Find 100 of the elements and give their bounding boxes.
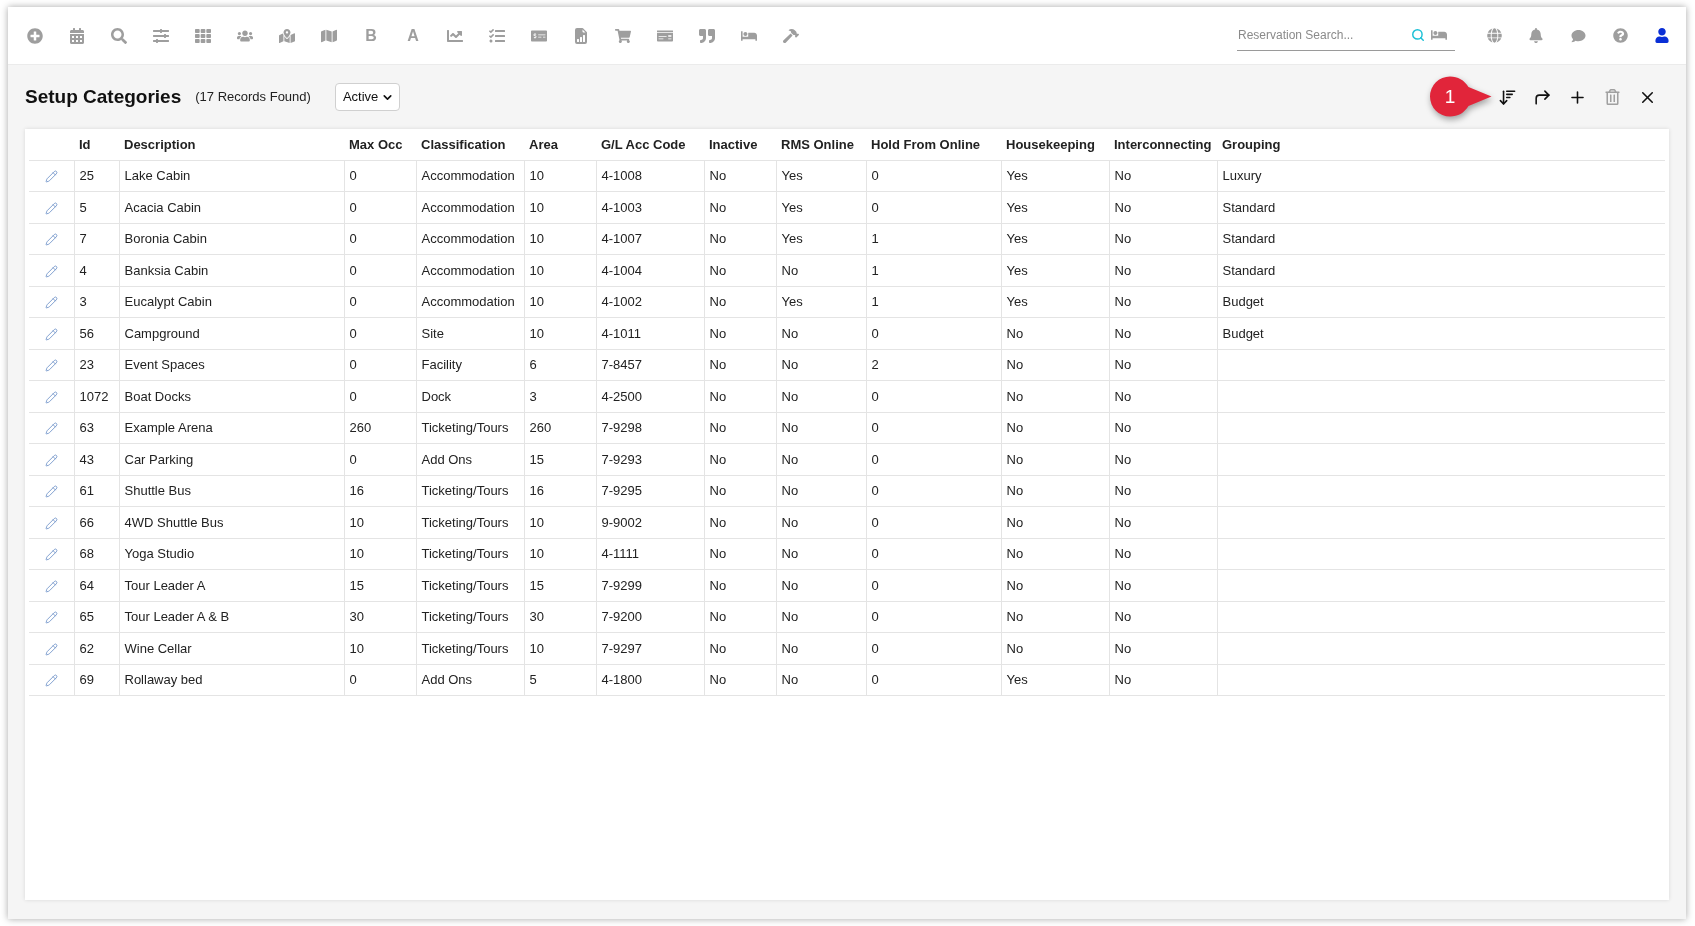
notification-bell-icon[interactable] [1529,28,1543,43]
table-cell: 30 [524,601,596,633]
column-header: Hold From Online [866,129,1001,160]
map-icon[interactable] [321,27,337,44]
table-cell: No [1109,601,1217,633]
table-cell: 0 [866,506,1001,538]
table-cell: 7-9299 [596,569,704,601]
pencil-icon[interactable] [44,611,58,624]
pencil-icon[interactable] [44,579,58,593]
pencil-icon[interactable] [44,642,58,656]
table-cell: 4-1004 [596,254,704,286]
table-cell: 4WD Shuttle Bus [119,506,344,538]
cart-icon[interactable] [615,27,631,44]
table-cell: Tour Leader A & B [119,601,344,633]
table-cell: 61 [74,475,119,507]
letter-button[interactable]: A [407,27,419,44]
table-cell: 0 [344,160,416,192]
search-icon[interactable] [1411,28,1425,42]
table-cell: Yes [776,160,866,192]
hammer-icon[interactable] [783,27,799,44]
sliders-icon[interactable] [153,27,169,44]
table-cell: 5 [74,191,119,223]
redo-arrow-icon[interactable] [1533,87,1552,107]
table-cell: No [704,286,776,318]
pencil-icon[interactable] [44,674,58,687]
globe-icon[interactable] [1486,28,1502,43]
pencil-icon[interactable] [44,516,58,530]
pencil-icon[interactable] [44,201,58,215]
table-cell: No [704,569,776,601]
table-cell: Add Ons [416,443,524,475]
table-cell: 0 [866,569,1001,601]
sort-icon[interactable] [1498,87,1517,107]
table-cell: No [776,412,866,444]
table-cell: Accommodation [416,191,524,223]
table-cell: 260 [344,412,416,444]
bed-icon[interactable] [1431,28,1447,42]
table-cell: Rollaway bed [119,664,344,696]
pencil-icon[interactable] [44,548,58,561]
help-icon[interactable] [1612,28,1628,43]
table-cell: 56 [74,317,119,349]
table-cell: Ticketing/Tours [416,569,524,601]
table-cell: 0 [866,601,1001,633]
table-cell: 0 [344,443,416,475]
chat-bubble-icon[interactable] [1570,28,1586,43]
table-cell: 0 [866,412,1001,444]
table-cell: No [1109,286,1217,318]
pencil-icon[interactable] [44,359,58,372]
table-cell: 0 [866,317,1001,349]
money-card-icon[interactable] [531,27,547,44]
checklist-icon[interactable] [489,27,505,44]
user-icon[interactable] [1655,28,1669,43]
column-header: Classification [416,129,524,160]
quote-icon[interactable] [699,27,715,44]
map-marker-icon[interactable] [279,27,295,44]
table-cell: 3 [74,286,119,318]
table-cell: 10 [344,506,416,538]
pencil-icon[interactable] [44,233,58,246]
table-cell: No [1001,380,1109,412]
table-cell: No [1109,443,1217,475]
table-cell: 4-1008 [596,160,704,192]
pencil-icon[interactable] [44,170,58,183]
table-cell: 0 [866,191,1001,223]
table-cell: 0 [344,317,416,349]
pencil-icon[interactable] [44,422,58,435]
line-chart-icon[interactable] [447,27,463,44]
table-cell: No [1001,632,1109,664]
table-cell: 7-9297 [596,632,704,664]
table-cell: No [704,380,776,412]
search-icon[interactable] [111,27,127,44]
table-cell: 10 [524,317,596,349]
pencil-icon[interactable] [44,296,58,309]
calendar-icon[interactable] [69,27,85,44]
table-cell: No [704,664,776,696]
table-cell: 1 [866,286,1001,318]
table-cell: 63 [74,412,119,444]
column-header: G/L Acc Code [596,129,704,160]
grid-icon[interactable] [195,27,211,44]
pencil-icon[interactable] [44,264,58,278]
table-cell: Yes [1001,286,1109,318]
search-field[interactable]: Reservation Search... [1237,20,1455,51]
pencil-icon[interactable] [44,453,58,467]
status-dropdown[interactable]: Active [334,83,400,111]
pencil-icon[interactable] [44,485,58,498]
table-cell: No [776,254,866,286]
table-cell: Standard [1217,223,1665,255]
column-header: RMS Online [776,129,866,160]
table-cell: No [704,601,776,633]
table-cell: Add Ons [416,664,524,696]
letter-button[interactable]: B [365,27,377,44]
pencil-icon[interactable] [44,327,58,341]
table-cell: 7 [74,223,119,255]
card-icon[interactable] [657,27,673,44]
table-cell: Accommodation [416,286,524,318]
table-cell: 16 [344,475,416,507]
bar-chart-file-icon[interactable] [573,27,589,44]
table-cell: Boronia Cabin [119,223,344,255]
table-cell: No [776,538,866,570]
pencil-icon[interactable] [44,390,58,404]
table-cell: Standard [1217,191,1665,223]
table-cell: Ticketing/Tours [416,601,524,633]
